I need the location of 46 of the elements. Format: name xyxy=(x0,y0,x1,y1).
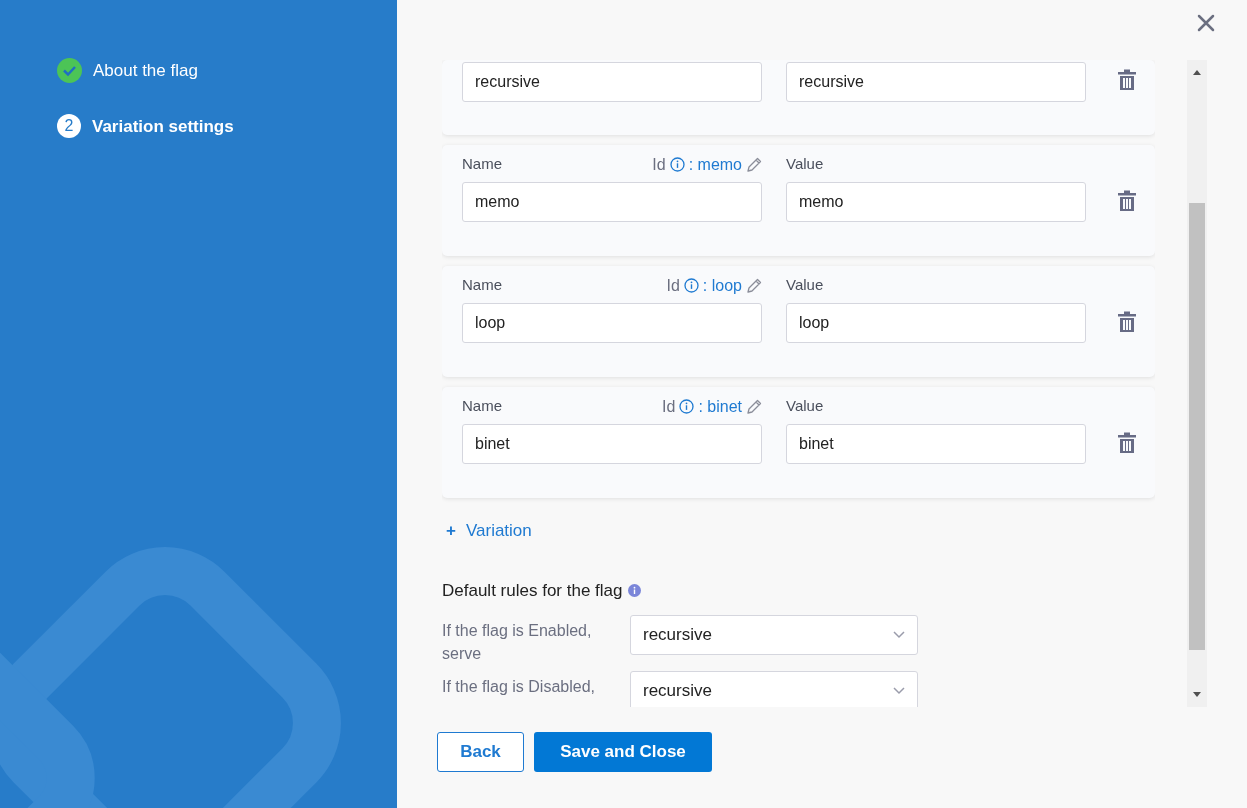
info-icon xyxy=(683,278,699,293)
value-input[interactable]: loop xyxy=(786,303,1086,343)
id-value: : loop xyxy=(702,275,742,296)
value-input[interactable]: recursive xyxy=(786,62,1086,102)
pencil-icon[interactable] xyxy=(746,398,762,415)
info-icon xyxy=(628,583,642,597)
id-label: Id xyxy=(652,154,666,175)
value-input[interactable]: binet xyxy=(786,424,1086,464)
field-label: Value xyxy=(786,396,824,417)
add-variation-button[interactable]: + Variation xyxy=(442,508,532,544)
trash-icon[interactable] xyxy=(1118,432,1136,453)
rule-label: If the flag is Enabled, serve xyxy=(442,621,593,664)
field-label: Name xyxy=(462,154,502,175)
pencil-icon[interactable] xyxy=(746,277,762,294)
step-number: 2 xyxy=(57,114,81,139)
field-label: Name xyxy=(462,275,502,296)
name-input[interactable]: recursive xyxy=(462,62,762,102)
save-button[interactable]: Save and Close xyxy=(534,732,712,772)
field-label: Value xyxy=(786,275,824,296)
trash-icon[interactable] xyxy=(1118,311,1136,332)
field-label: Value xyxy=(786,154,824,175)
info-icon xyxy=(679,399,695,414)
id-value: : binet xyxy=(698,396,742,417)
chevron-down-icon xyxy=(893,687,905,695)
trash-icon[interactable] xyxy=(1118,190,1136,211)
rule-label: If the flag is Disabled, xyxy=(442,677,596,697)
name-input[interactable]: loop xyxy=(462,303,762,343)
trash-icon[interactable] xyxy=(1118,69,1136,90)
id-value: : memo xyxy=(688,154,742,175)
id-label: Id xyxy=(666,275,680,296)
section-title: Default rules for the flag xyxy=(442,579,623,602)
name-input[interactable]: binet xyxy=(462,424,762,464)
id-label: Id xyxy=(662,396,676,417)
step-label[interactable]: Variation settings xyxy=(92,113,234,139)
step-label[interactable]: About the flag xyxy=(93,58,198,84)
serve-select[interactable]: recursive xyxy=(630,615,918,655)
chevron-down-icon xyxy=(893,631,905,639)
name-input[interactable]: memo xyxy=(462,182,762,222)
info-icon xyxy=(669,157,685,172)
back-button[interactable]: Back xyxy=(437,732,524,772)
serve-select[interactable]: recursive xyxy=(630,671,918,707)
close-icon[interactable] xyxy=(1197,14,1215,32)
pencil-icon[interactable] xyxy=(746,156,762,173)
value-input[interactable]: memo xyxy=(786,182,1086,222)
scrollbar[interactable] xyxy=(1187,60,1207,707)
field-label: Name xyxy=(462,396,502,417)
